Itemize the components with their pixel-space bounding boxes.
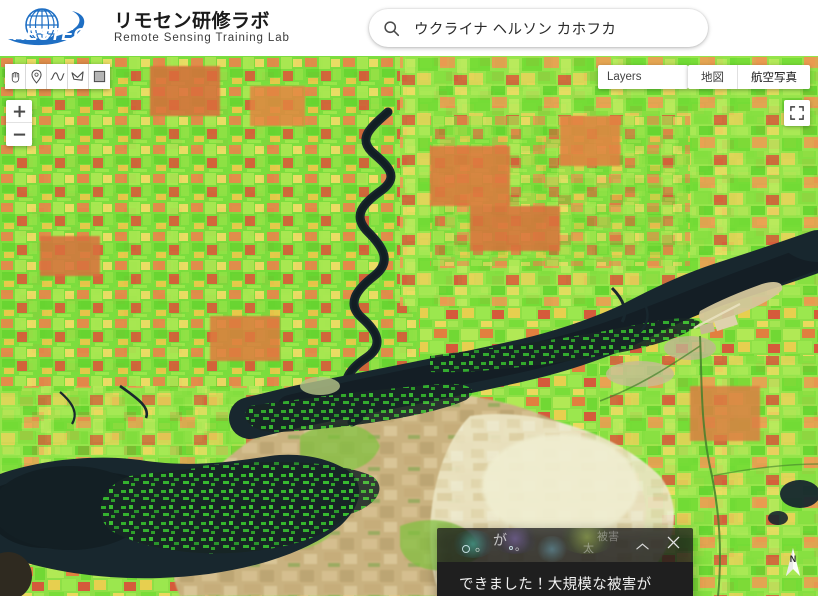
popup-glow-green	[557, 528, 617, 554]
zoom-in-button[interactable]	[6, 100, 32, 123]
popup-header: 。 が 。 太 被害	[437, 528, 693, 562]
polyline-icon	[50, 72, 64, 81]
popup-collapse-button[interactable]	[636, 538, 649, 556]
map-viewport[interactable]: Layers 地図 航空写真 N 。 が 。 太 被害 できました！大規模な被害…	[0, 56, 818, 596]
map-pin-icon	[30, 69, 42, 84]
popup-glow-blue	[535, 536, 569, 562]
ghost-fragment-2: 。	[515, 541, 526, 553]
ghost-fragment-1: が	[493, 532, 507, 548]
caption-popup[interactable]: 。 が 。 太 被害 できました！大規模な被害が	[437, 528, 693, 596]
chevron-up-icon	[636, 543, 649, 550]
search-input[interactable]	[412, 19, 694, 37]
brand-text-group: リモセン研修ラボ Remote Sensing Training Lab	[114, 10, 290, 45]
popup-close-button[interactable]	[666, 535, 681, 555]
minus-icon	[13, 133, 25, 136]
popup-body: できました！大規模な被害が わかりますね。。	[437, 562, 693, 596]
brand-subtitle-en: Remote Sensing Training Lab	[114, 32, 290, 45]
app-root: RESTEC リモセン研修ラボ Remote Sensing Training …	[0, 0, 818, 596]
search-bar[interactable]	[369, 9, 708, 47]
popup-ghost-text: 。 が 。 太 被害	[437, 528, 693, 562]
popup-ring-b	[509, 546, 513, 550]
tool-rectangle-button[interactable]	[89, 64, 110, 89]
popup-ring-a	[462, 545, 470, 553]
map-type-switch[interactable]: 地図 航空写真	[688, 65, 810, 89]
zoom-out-button[interactable]	[6, 123, 32, 146]
close-icon	[667, 536, 680, 549]
map-zoom-controls[interactable]	[6, 100, 32, 146]
popup-glow-teal	[451, 530, 495, 558]
tool-polyline-button[interactable]	[47, 64, 68, 89]
map-type-satellite-button[interactable]: 航空写真	[738, 65, 810, 89]
layers-dropdown[interactable]: Layers	[598, 65, 688, 89]
restec-globe-logo-icon: RESTEC	[6, 5, 110, 51]
ghost-fragment-0: 。	[475, 539, 489, 554]
svg-text:RESTEC: RESTEC	[13, 24, 86, 44]
ghost-fragment-4: 被害	[597, 531, 619, 543]
brand-logo-group[interactable]: RESTEC リモセン研修ラボ Remote Sensing Training …	[0, 0, 290, 56]
plus-icon	[13, 105, 25, 117]
ghost-fragment-3: 太	[583, 543, 594, 555]
popup-glow-violet	[491, 528, 539, 554]
tool-marker-button[interactable]	[26, 64, 47, 89]
satellite-imagery	[0, 56, 818, 596]
fullscreen-icon	[790, 106, 804, 120]
hand-icon	[11, 71, 19, 83]
brand-title-jp: リモセン研修ラボ	[114, 10, 271, 32]
search-icon	[383, 20, 400, 37]
polygon-icon	[71, 71, 84, 81]
tool-pan-button[interactable]	[5, 64, 26, 89]
fullscreen-button[interactable]	[784, 100, 810, 126]
popup-message: できました！大規模な被害が わかりますね。。	[459, 577, 652, 593]
rectangle-icon	[93, 70, 106, 83]
layers-label: Layers	[607, 71, 642, 83]
app-header: RESTEC リモセン研修ラボ Remote Sensing Training …	[0, 0, 818, 56]
map-type-roadmap-button[interactable]: 地図	[688, 65, 738, 89]
map-draw-toolbar[interactable]	[5, 64, 110, 89]
tool-polygon-button[interactable]	[68, 64, 89, 89]
